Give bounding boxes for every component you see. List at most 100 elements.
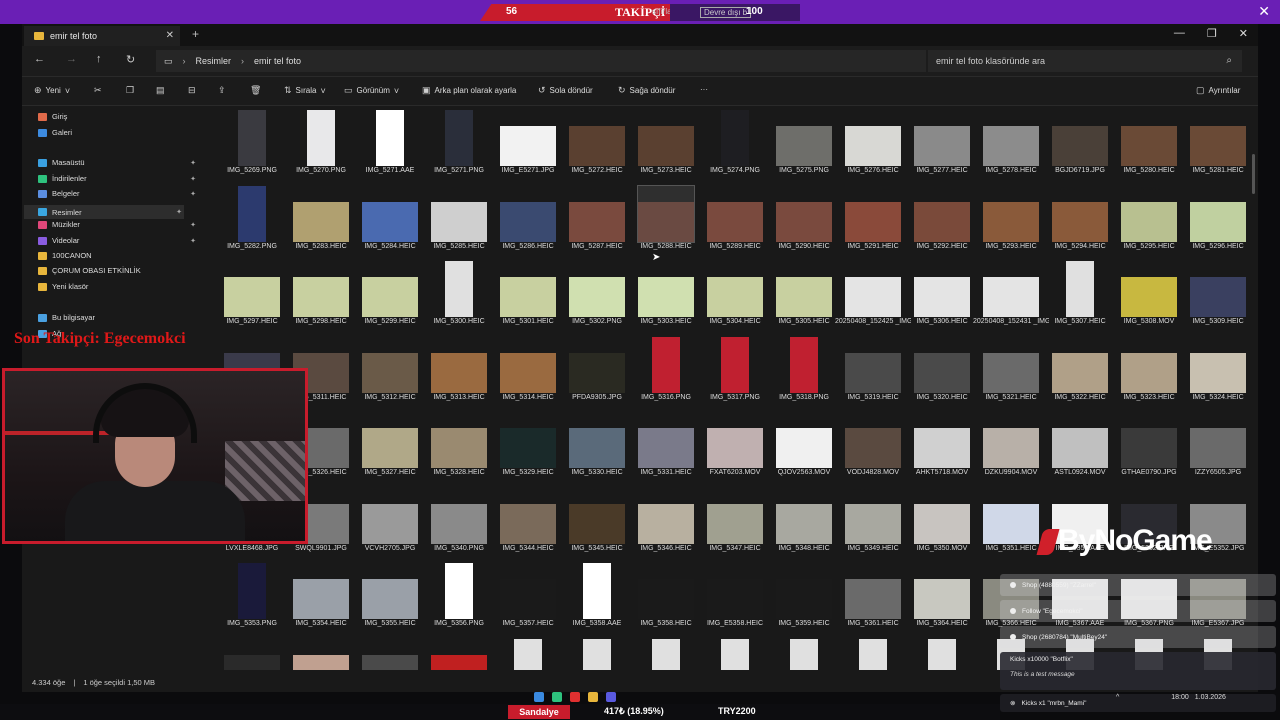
maximize-icon[interactable]: ❐ — [1207, 27, 1217, 40]
file-item[interactable]: IMG_5299.HEIC — [356, 261, 424, 336]
file-item[interactable]: IMG_5293.HEIC — [977, 186, 1045, 261]
file-item[interactable]: IMG_5350.MOV — [908, 488, 976, 563]
file-item[interactable]: IMG_5274.PNG — [701, 110, 769, 185]
file-item[interactable]: IMG_E5358.HEIC — [701, 563, 769, 638]
file-item[interactable]: IMG_5323.HEIC — [1115, 337, 1183, 412]
sidebar-item-folder[interactable]: Yeni klasör — [38, 282, 198, 291]
delete-button[interactable]: 🗑 — [250, 85, 261, 96]
file-item[interactable]: IMG_5348.HEIC — [770, 488, 838, 563]
file-item[interactable] — [287, 639, 355, 670]
file-item[interactable] — [632, 638, 700, 670]
file-item[interactable]: IMG_5313.HEIC — [425, 337, 493, 412]
file-item[interactable]: IMG_5269.PNG — [218, 110, 286, 185]
file-item[interactable]: IMG_5291.HEIC — [839, 186, 907, 261]
back-icon[interactable]: ← — [34, 53, 45, 65]
file-item[interactable]: IMG_5295.HEIC — [1115, 186, 1183, 261]
file-item[interactable]: IMG_5281.HEIC — [1184, 110, 1248, 185]
refresh-icon[interactable]: ↻ — [126, 53, 135, 66]
forward-icon[interactable]: → — [66, 53, 77, 65]
sidebar-item-home[interactable]: Giriş — [38, 112, 198, 121]
file-item[interactable]: IMG_5316.PNG — [632, 336, 700, 412]
file-item[interactable]: IMG_5340.PNG — [425, 488, 493, 563]
sidebar-item-gallery[interactable]: Galeri — [38, 128, 198, 137]
file-item[interactable]: IMG_5287.HEIC — [563, 186, 631, 261]
file-item[interactable]: IMG_5356.PNG — [425, 563, 493, 638]
file-item[interactable] — [770, 638, 838, 670]
tab-close-icon[interactable]: ✕ — [166, 30, 174, 41]
file-item[interactable]: VCVH2705.JPG — [356, 488, 424, 563]
file-item[interactable]: AHKT5718.MOV — [908, 412, 976, 487]
sidebar-item-folder[interactable]: ÇORUM OBASI ETKİNLİK — [38, 266, 198, 275]
file-item[interactable]: IMG_5308.MOV — [1115, 261, 1183, 336]
address-bar[interactable]: ▭ › Resimler › emir tel foto — [156, 50, 926, 72]
file-item[interactable]: IMG_5276.HEIC — [839, 110, 907, 185]
more-button[interactable]: ··· — [700, 85, 708, 94]
app-icon[interactable] — [606, 692, 616, 702]
file-item[interactable]: IMG_5354.HEIC — [287, 563, 355, 638]
file-item[interactable]: IMG_5359.HEIC — [770, 563, 838, 638]
file-item[interactable]: IMG_5317.PNG — [701, 336, 769, 412]
file-item[interactable]: IMG_5358.AAE — [563, 563, 631, 638]
file-item[interactable]: IMG_5312.HEIC — [356, 337, 424, 412]
view-button[interactable]: ▭ Görünüm ˅ — [344, 85, 399, 96]
file-item[interactable] — [839, 638, 907, 670]
file-item[interactable]: IMG_5320.HEIC — [908, 337, 976, 412]
file-item[interactable] — [908, 638, 976, 670]
file-item[interactable]: IMG_5294.HEIC — [1046, 186, 1114, 261]
paste-button[interactable]: ▤ — [156, 85, 165, 96]
file-item[interactable]: IMG_5328.HEIC — [425, 412, 493, 487]
sidebar-item-music[interactable]: Müzikler ✦ — [38, 220, 198, 229]
chevron-up-icon[interactable]: ^ — [1116, 694, 1119, 701]
breadcrumb-current[interactable]: emir tel foto — [254, 56, 301, 66]
sidebar-item-videos[interactable]: Videolar ✦ — [38, 236, 198, 245]
sort-button[interactable]: ⇅ Sırala ˅ — [284, 85, 326, 96]
sidebar-item-folder[interactable]: 100CANON — [38, 251, 198, 260]
file-item[interactable]: BGJD6719.JPG — [1046, 110, 1114, 185]
file-item[interactable]: IMG_5282.PNG — [218, 185, 286, 261]
file-item[interactable]: IMG_5304.HEIC — [701, 261, 769, 336]
file-item[interactable]: IMG_5286.HEIC — [494, 186, 562, 261]
file-item[interactable]: IMG_5318.PNG — [770, 336, 838, 412]
file-item[interactable]: IMG_5309.HEIC — [1184, 261, 1248, 336]
file-item[interactable]: IMG_5277.HEIC — [908, 110, 976, 185]
file-item[interactable]: IMG_5302.PNG — [563, 261, 631, 336]
file-item[interactable]: ASTL0924.MOV — [1046, 412, 1114, 487]
rotate-left-button[interactable]: ↺ Sola döndür — [538, 85, 593, 96]
file-item[interactable]: IMG_5284.HEIC — [356, 186, 424, 261]
file-item[interactable]: IMG_5272.HEIC — [563, 110, 631, 185]
cut-button[interactable]: ✂ — [94, 85, 102, 96]
file-item[interactable] — [425, 639, 493, 670]
rename-button[interactable]: ⊟ — [188, 85, 196, 96]
file-item[interactable]: IMG_5289.HEIC — [701, 186, 769, 261]
file-item[interactable]: QJOV2563.MOV — [770, 412, 838, 487]
file-item[interactable]: IMG_5349.HEIC — [839, 488, 907, 563]
file-item[interactable]: IMG_5273.HEIC — [632, 110, 700, 185]
file-item[interactable]: IMG_5292.HEIC — [908, 186, 976, 261]
file-item[interactable]: IMG_5344.HEIC — [494, 488, 562, 563]
file-item[interactable]: IMG_5280.HEIC — [1115, 110, 1183, 185]
file-item[interactable]: VODJ4828.MOV — [839, 412, 907, 487]
breadcrumb-resimler[interactable]: Resimler — [196, 56, 232, 66]
file-item[interactable]: IMG_5303.HEIC — [632, 261, 700, 336]
sidebar-item-pictures[interactable]: Resimler ✦ — [24, 205, 184, 219]
file-item[interactable]: IMG_5327.HEIC — [356, 412, 424, 487]
file-item[interactable]: IMG_5301.HEIC — [494, 261, 562, 336]
file-item[interactable]: IMG_5331.HEIC — [632, 412, 700, 487]
new-button[interactable]: ⊕ Yeni ˅ — [34, 85, 70, 96]
file-item[interactable]: IMG_5271.PNG — [425, 110, 493, 185]
folder-icon[interactable] — [588, 692, 598, 702]
file-item[interactable]: IMG_5330.HEIC — [563, 412, 631, 487]
file-item[interactable]: IMG_5358.HEIC — [632, 563, 700, 638]
file-item[interactable]: PFDA9305.JPG — [563, 337, 631, 412]
file-item[interactable]: IMG_5346.HEIC — [632, 488, 700, 563]
file-item[interactable]: IZZY6505.JPG — [1184, 412, 1248, 487]
file-item[interactable]: IMG_5321.HEIC — [977, 337, 1045, 412]
up-icon[interactable]: ↑ — [96, 53, 102, 65]
app-icon[interactable] — [570, 692, 580, 702]
app-icon[interactable] — [552, 692, 562, 702]
file-item[interactable]: IMG_5319.HEIC — [839, 337, 907, 412]
details-button[interactable]: ▢ Ayrıntılar — [1196, 85, 1240, 96]
file-item[interactable]: IMG_5329.HEIC — [494, 412, 562, 487]
overlay-close-icon[interactable]: ✕ — [1258, 3, 1270, 20]
file-item[interactable]: GTHAE0790.JPG — [1115, 412, 1183, 487]
